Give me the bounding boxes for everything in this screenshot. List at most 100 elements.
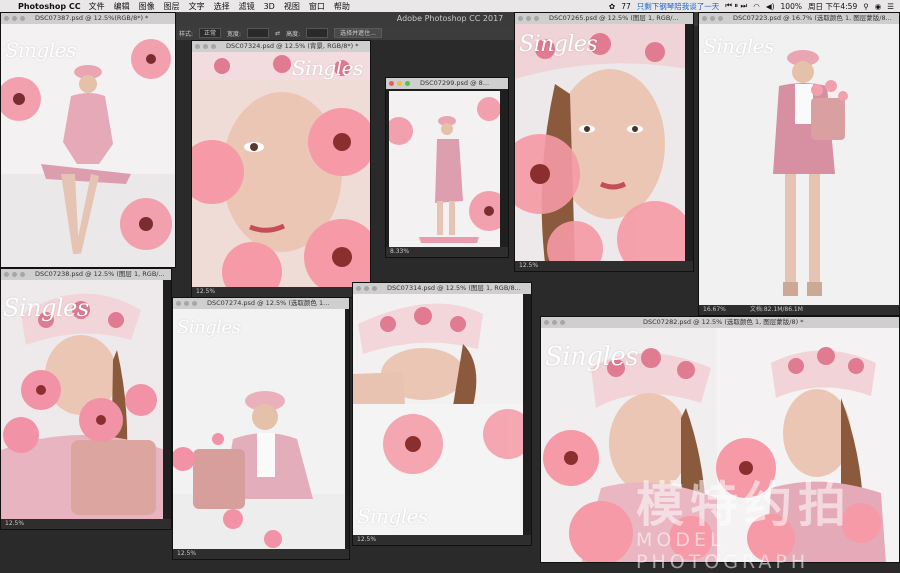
document-title: DSC07223.psd @ 16.7% (选取颜色 1, 图层蒙版/8... [733,14,892,22]
width-label: 宽度: [227,30,242,38]
list-icon[interactable]: ☰ [887,2,894,11]
document-tab[interactable]: DSC07238.psd @ 12.5% (图层 1, RGB/... [1,269,171,280]
siri-icon[interactable]: ◉ [875,2,882,11]
notification-icon[interactable]: ✿ [609,2,615,11]
document-title: DSC07299.psd @ 8... [420,79,490,87]
photo [192,52,370,287]
canvas[interactable]: Singles [1,24,175,267]
document-title: DSC07265.psd @ 12.5% (图层 1, RGB/... [549,14,679,22]
document-tab[interactable]: DSC07324.psd @ 12.5% (背景, RGB/8*) * [192,41,370,52]
document-window[interactable]: DSC07299.psd @ 8... 8.33% [385,77,509,258]
document-title: DSC07238.psd @ 12.5% (图层 1, RGB/... [35,270,165,278]
swap-icon[interactable]: ⇄ [275,30,280,37]
brand-logo: Singles [519,32,598,57]
document-tab[interactable]: DSC07387.psd @ 12.5%(RGB/8*) * [1,13,175,24]
window-controls[interactable] [176,301,197,306]
photo [389,91,500,247]
document-tab[interactable]: DSC07274.psd @ 12.5% (选取颜色 1... [173,298,349,309]
status-area: ✿ 77 只剩下钢琴陪我谈了一天 ⏮ ⏸ ⏭ ◠ ◀) 100% 周日 下午4:… [609,0,894,12]
document-tab[interactable]: DSC07299.psd @ 8... [386,78,508,89]
menu-help[interactable]: 帮助 [334,1,350,12]
document-tab[interactable]: DSC07282.psd @ 12.5% (选取颜色 1, 图层蒙版/8) * [541,317,899,328]
menu-filter[interactable]: 滤镜 [239,1,255,12]
zoom-status[interactable]: 12.5% [515,261,693,271]
now-playing-text[interactable]: 只剩下钢琴陪我谈了一天 [637,1,720,12]
menu-bar: Photoshop CC 文件 编辑 图像 图层 文字 选择 滤镜 3D 视图 … [0,0,900,12]
canvas[interactable]: Singles [1,280,163,519]
watermark-en: MODEL PHOTOGRAPH [636,529,810,573]
brand-logo: Singles [545,342,639,372]
photo [173,309,345,549]
canvas[interactable]: Singles [353,294,523,535]
wifi-icon[interactable]: ◠ [753,2,760,11]
canvas[interactable]: Singles [515,24,685,261]
menu-view[interactable]: 视图 [284,1,300,12]
zoom-status[interactable]: 12.5% [192,287,370,297]
document-window[interactable]: DSC07324.psd @ 12.5% (背景, RGB/8*) * Sing… [191,40,371,298]
style-label: 样式: [179,30,194,38]
app-menu[interactable]: Photoshop CC [18,2,81,11]
brand-logo: Singles [292,56,363,80]
doc-size: 文档:82.1M/86.1M [749,306,803,313]
battery-text[interactable]: 100% [781,2,802,11]
window-controls[interactable] [518,16,539,21]
zoom-status[interactable]: 12.5% [173,549,349,559]
select-and-mask-button[interactable]: 选择并遮住... [334,28,382,38]
menu-edit[interactable]: 编辑 [114,1,130,12]
app-title: Adobe Photoshop CC 2017 [396,14,504,23]
brand-logo: Singles [357,504,428,528]
height-label: 高度: [286,30,301,38]
menu-file[interactable]: 文件 [89,1,105,12]
document-tab[interactable]: DSC07265.psd @ 12.5% (图层 1, RGB/... [515,13,693,24]
watermark-cn: 模特约拍 [636,477,853,533]
menu-type[interactable]: 文字 [189,1,205,12]
photo [515,24,685,261]
zoom-status[interactable]: 12.5% [1,519,171,529]
zoom-status[interactable]: 8.33% [386,247,508,257]
style-select[interactable]: 正常 [199,28,222,38]
window-controls[interactable] [702,16,723,21]
document-window[interactable]: DSC07274.psd @ 12.5% (选取颜色 1... Singles … [172,297,350,560]
clock[interactable]: 周日 下午4:59 [808,1,857,12]
options-bar: 样式: 正常 宽度: ⇄ 高度: 选择并遮住... [175,26,515,40]
photo [353,294,523,535]
document-title: DSC07324.psd @ 12.5% (背景, RGB/8*) * [226,42,359,50]
height-field[interactable] [306,28,329,38]
search-icon[interactable]: ⚲ [863,2,869,11]
brand-logo: Singles [177,317,241,338]
menu-3d[interactable]: 3D [264,2,275,11]
window-controls[interactable] [4,272,25,277]
document-window[interactable]: DSC07314.psd @ 12.5% (图层 1, RGB/8... Sin… [352,282,532,546]
brand-logo: Singles [5,38,76,62]
menu-select[interactable]: 选择 [214,1,230,12]
brand-logo: Singles [3,294,89,322]
document-title: DSC07282.psd @ 12.5% (选取颜色 1, 图层蒙版/8) * [643,318,804,326]
canvas[interactable]: Singles [192,52,370,287]
document-window[interactable]: DSC07223.psd @ 16.7% (选取颜色 1, 图层蒙版/8... … [698,12,900,316]
window-controls[interactable] [356,286,377,291]
zoom-status[interactable]: 16.67% 文档:82.1M/86.1M [699,305,899,315]
menu-window[interactable]: 窗口 [309,1,325,12]
document-window[interactable]: DSC07265.psd @ 12.5% (图层 1, RGB/... Sing… [514,12,694,272]
document-window[interactable]: DSC07387.psd @ 12.5%(RGB/8*) * Singles [0,12,176,268]
menu-image[interactable]: 图像 [139,1,155,12]
width-field[interactable] [247,28,270,38]
canvas[interactable]: Singles [699,24,899,305]
window-controls[interactable] [389,81,410,86]
canvas[interactable]: Singles [173,309,345,549]
canvas[interactable] [389,91,500,247]
document-tab[interactable]: DSC07223.psd @ 16.7% (选取颜色 1, 图层蒙版/8... [699,13,899,24]
notification-badge: 77 [621,1,631,11]
window-controls[interactable] [544,320,565,325]
document-title: DSC07314.psd @ 12.5% (图层 1, RGB/8... [387,284,521,292]
window-controls[interactable] [4,16,25,21]
window-controls[interactable] [195,44,216,49]
zoom-status[interactable]: 12.5% [353,535,531,545]
photo [699,24,899,305]
volume-icon[interactable]: ◀) [766,2,775,11]
media-controls-icon[interactable]: ⏮ ⏸ ⏭ [725,1,747,11]
brand-logo: Singles [703,34,774,58]
menu-layer[interactable]: 图层 [164,1,180,12]
document-window[interactable]: DSC07238.psd @ 12.5% (图层 1, RGB/... Sing… [0,268,172,530]
document-tab[interactable]: DSC07314.psd @ 12.5% (图层 1, RGB/8... [353,283,531,294]
